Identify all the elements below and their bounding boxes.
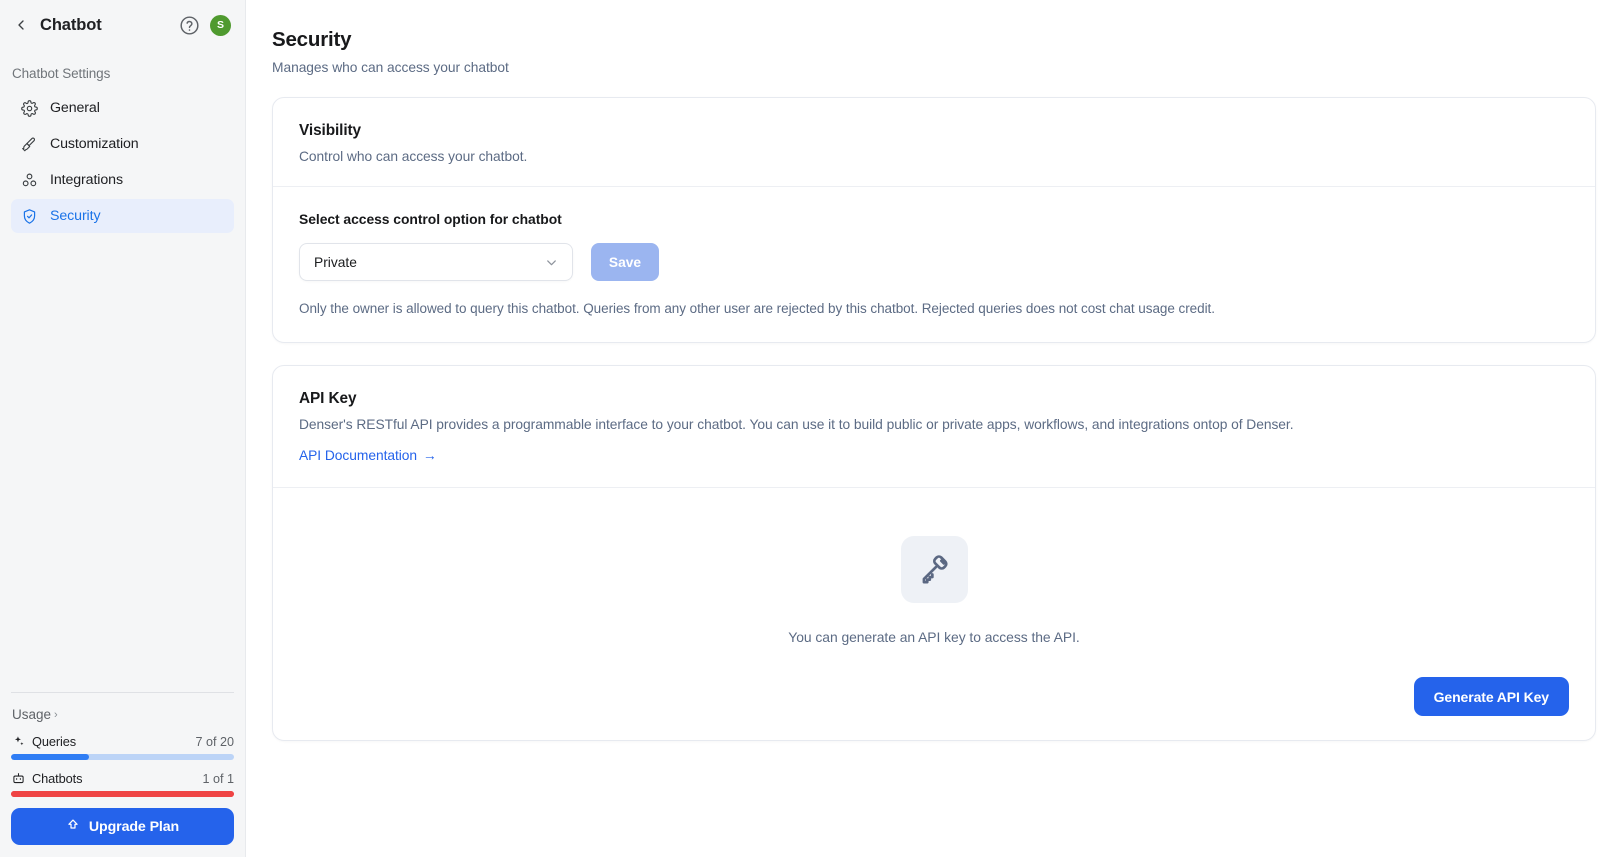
sidebar-item-label: General xyxy=(50,100,100,116)
arrow-up-icon xyxy=(66,818,80,836)
access-control-label: Select access control option for chatbot xyxy=(299,211,562,227)
arrow-right-icon: → xyxy=(423,448,437,463)
sidebar-header: Chatbot S xyxy=(0,0,245,50)
key-icon xyxy=(922,554,948,583)
generate-api-key-button[interactable]: Generate API Key xyxy=(1413,677,1569,716)
usage-divider xyxy=(11,692,234,693)
sidebar-item-integrations[interactable]: Integrations xyxy=(11,163,234,197)
usage-progress-fill xyxy=(11,754,90,760)
sidebar-item-general[interactable]: General xyxy=(11,91,234,125)
upgrade-plan-label: Upgrade Plan xyxy=(88,818,180,835)
usage-label: Usage xyxy=(12,707,52,722)
shield-check-icon xyxy=(21,208,38,225)
usage-row-queries: Queries 7 of 20 xyxy=(11,734,234,760)
avatar-initial: S xyxy=(216,19,224,31)
usage-panel: Usage › Queries 7 of 20 Chatbots 1 of 1 … xyxy=(0,692,245,857)
visibility-description: Control who can access your chatbot. xyxy=(299,149,528,164)
api-key-description: Denser's RESTful API provides a programm… xyxy=(299,417,1294,432)
usage-value: 1 of 1 xyxy=(202,771,234,786)
usage-line: Chatbots 1 of 1 xyxy=(11,771,234,786)
back-button[interactable] xyxy=(12,16,30,34)
sidebar: Chatbot S Chatbot Settings General Custo… xyxy=(0,0,246,857)
sidebar-item-label: Security xyxy=(50,208,101,224)
robot-icon xyxy=(11,772,25,786)
visibility-title: Visibility xyxy=(299,122,362,139)
app-root: Chatbot S Chatbot Settings General Custo… xyxy=(0,0,1600,857)
visibility-hint: Only the owner is allowed to query this … xyxy=(299,301,1215,316)
chevron-down-icon xyxy=(544,255,559,270)
access-control-row: Private Save xyxy=(299,243,1569,281)
usage-progress-track xyxy=(11,754,234,760)
usage-name: Queries xyxy=(32,734,77,749)
page-subtitle: Manages who can access your chatbot xyxy=(272,60,509,75)
usage-value: 7 of 20 xyxy=(195,734,234,749)
visibility-card-body: Select access control option for chatbot… xyxy=(273,187,1595,342)
access-control-select[interactable]: Private xyxy=(299,243,573,281)
sidebar-item-label: Integrations xyxy=(50,172,123,188)
visibility-card: Visibility Control who can access your c… xyxy=(272,97,1596,343)
help-button[interactable] xyxy=(179,15,200,36)
usage-name: Chatbots xyxy=(32,771,83,786)
save-button[interactable]: Save xyxy=(591,243,659,281)
usage-link[interactable]: Usage › xyxy=(11,707,234,722)
visibility-card-header: Visibility Control who can access your c… xyxy=(273,98,1595,186)
api-key-card-header: API Key Denser's RESTful API provides a … xyxy=(273,366,1595,487)
page-title: Security xyxy=(272,28,352,51)
sidebar-item-security[interactable]: Security xyxy=(11,199,234,233)
sidebar-section-label: Chatbot Settings xyxy=(12,66,111,81)
api-key-actions: Generate API Key xyxy=(273,655,1595,740)
chevron-right-icon: › xyxy=(54,708,58,721)
api-documentation-link[interactable]: API Documentation → xyxy=(299,448,437,463)
integrations-icon xyxy=(21,172,38,189)
sidebar-item-customization[interactable]: Customization xyxy=(11,127,234,161)
sidebar-nav: General Customization Integrations Secur… xyxy=(0,91,245,233)
sidebar-item-label: Customization xyxy=(50,136,139,152)
avatar[interactable]: S xyxy=(210,14,231,36)
api-key-card: API Key Denser's RESTful API provides a … xyxy=(272,365,1596,741)
paintbrush-icon xyxy=(21,136,38,153)
api-documentation-label: API Documentation xyxy=(299,448,418,463)
sparkle-icon xyxy=(11,735,25,749)
api-key-title: API Key xyxy=(299,390,357,407)
api-key-empty-state: You can generate an API key to access th… xyxy=(273,488,1595,655)
key-icon-container xyxy=(900,536,968,603)
question-circle-icon xyxy=(180,15,199,35)
chevron-left-icon xyxy=(18,20,24,30)
usage-progress-fill xyxy=(11,791,234,797)
usage-line: Queries 7 of 20 xyxy=(11,734,234,749)
main-content: Security Manages who can access your cha… xyxy=(246,0,1600,857)
upgrade-plan-button[interactable]: Upgrade Plan xyxy=(11,808,234,845)
access-control-value: Private xyxy=(314,254,357,270)
sidebar-title: Chatbot xyxy=(40,15,102,34)
api-key-empty-text: You can generate an API key to access th… xyxy=(788,629,1080,645)
usage-row-chatbots: Chatbots 1 of 1 xyxy=(11,771,234,797)
gear-icon xyxy=(21,99,38,117)
usage-progress-track xyxy=(11,791,234,797)
